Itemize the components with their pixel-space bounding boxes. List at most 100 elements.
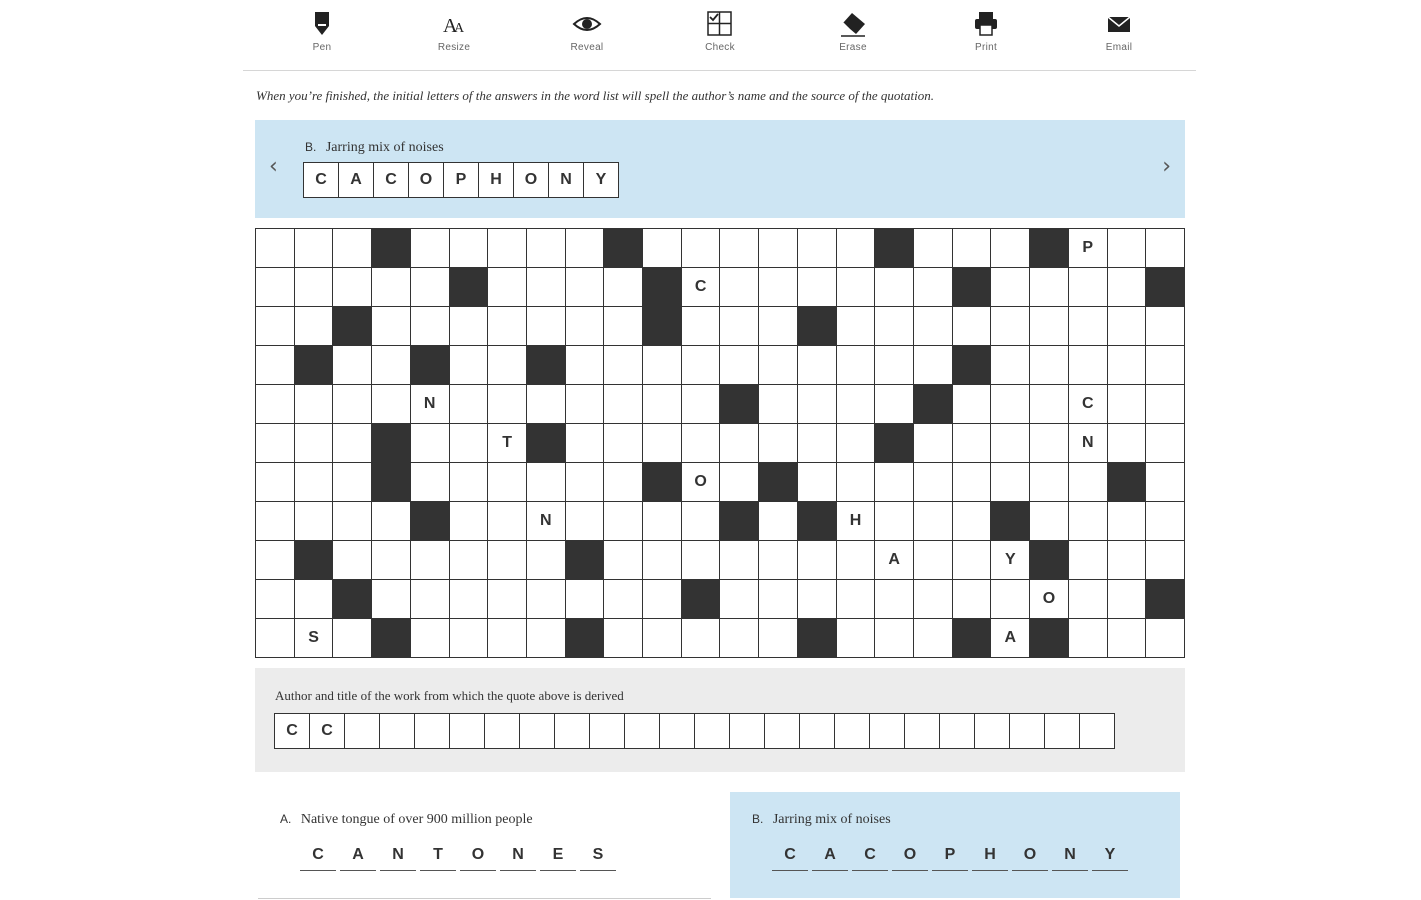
- answer-letter[interactable]: A: [812, 840, 848, 871]
- answer-box[interactable]: C: [303, 162, 339, 198]
- grid-cell[interactable]: [604, 346, 644, 385]
- answer-letter[interactable]: C: [300, 840, 336, 871]
- grid-cell[interactable]: [991, 229, 1031, 268]
- grid-cell[interactable]: [604, 502, 644, 541]
- grid-cell[interactable]: [952, 541, 992, 580]
- author-letter-box[interactable]: [659, 713, 695, 749]
- author-letter-box[interactable]: [764, 713, 800, 749]
- grid-cell[interactable]: [449, 541, 489, 580]
- grid-cell[interactable]: [1068, 268, 1108, 307]
- grid-cell[interactable]: A: [875, 541, 915, 580]
- answer-letter[interactable]: S: [580, 840, 616, 871]
- grid-cell[interactable]: [952, 463, 992, 502]
- grid-cell[interactable]: [526, 619, 566, 658]
- author-letter-box[interactable]: [834, 713, 870, 749]
- grid-cell[interactable]: N: [1068, 424, 1108, 463]
- clue-card-b[interactable]: B. Jarring mix of noises CACOPHONY: [730, 792, 1180, 898]
- grid-cell[interactable]: [372, 385, 411, 424]
- grid-cell[interactable]: [952, 307, 992, 346]
- grid-cell[interactable]: [681, 385, 721, 424]
- answer-letter[interactable]: P: [932, 840, 968, 871]
- answer-box[interactable]: C: [373, 162, 409, 198]
- grid-cell[interactable]: [1068, 463, 1108, 502]
- grid-cell[interactable]: [720, 268, 760, 307]
- grid-cell[interactable]: [914, 619, 953, 658]
- grid-cell[interactable]: [759, 229, 798, 268]
- grid-cell[interactable]: [449, 424, 489, 463]
- grid-cell[interactable]: [565, 424, 605, 463]
- grid-cell[interactable]: [604, 463, 644, 502]
- grid-cell[interactable]: [914, 268, 953, 307]
- grid-cell[interactable]: [875, 619, 915, 658]
- grid-cell[interactable]: [875, 307, 915, 346]
- grid-cell[interactable]: [914, 502, 953, 541]
- grid-cell[interactable]: [914, 541, 953, 580]
- answer-box[interactable]: O: [408, 162, 444, 198]
- grid-cell[interactable]: [759, 346, 798, 385]
- grid-cell[interactable]: [759, 580, 798, 619]
- grid-cell[interactable]: [256, 541, 295, 580]
- grid-cell[interactable]: [991, 463, 1031, 502]
- author-letter-box[interactable]: [519, 713, 555, 749]
- grid-cell[interactable]: C: [681, 268, 721, 307]
- answer-box[interactable]: O: [513, 162, 549, 198]
- grid-cell[interactable]: [294, 307, 334, 346]
- answer-letter[interactable]: N: [1052, 840, 1088, 871]
- answer-letter[interactable]: Y: [1092, 840, 1128, 871]
- grid-cell[interactable]: [526, 580, 566, 619]
- grid-cell[interactable]: [372, 541, 411, 580]
- grid-cell[interactable]: [952, 229, 992, 268]
- grid-cell[interactable]: [681, 541, 721, 580]
- author-letter-box[interactable]: [1009, 713, 1045, 749]
- grid-cell[interactable]: [1030, 463, 1069, 502]
- grid-cell[interactable]: [1030, 424, 1069, 463]
- grid-cell[interactable]: [449, 463, 489, 502]
- grid-cell[interactable]: [759, 424, 798, 463]
- grid-cell[interactable]: [294, 463, 334, 502]
- grid-cell[interactable]: [333, 502, 373, 541]
- grid-cell[interactable]: [488, 268, 527, 307]
- grid-cell[interactable]: [333, 385, 373, 424]
- answer-letter[interactable]: O: [892, 840, 928, 871]
- grid-cell[interactable]: [836, 580, 876, 619]
- grid-cell[interactable]: [875, 580, 915, 619]
- grid-cell[interactable]: [256, 346, 295, 385]
- grid-cell[interactable]: [1030, 502, 1069, 541]
- answer-box[interactable]: Y: [583, 162, 619, 198]
- grid-cell[interactable]: S: [294, 619, 334, 658]
- grid-cell[interactable]: [836, 346, 876, 385]
- grid-cell[interactable]: [720, 463, 760, 502]
- grid-cell[interactable]: [410, 541, 450, 580]
- clue-card-a[interactable]: A. Native tongue of over 900 million peo…: [258, 792, 711, 899]
- grid-cell[interactable]: [720, 541, 760, 580]
- grid-cell[interactable]: [526, 385, 566, 424]
- author-letter-box[interactable]: [449, 713, 485, 749]
- grid-cell[interactable]: [526, 463, 566, 502]
- grid-cell[interactable]: [604, 307, 644, 346]
- grid-cell[interactable]: [1146, 385, 1185, 424]
- author-letter-box[interactable]: [869, 713, 905, 749]
- grid-cell[interactable]: [372, 580, 411, 619]
- grid-cell[interactable]: [797, 463, 837, 502]
- grid-cell[interactable]: [643, 541, 682, 580]
- print-tool[interactable]: Print: [951, 10, 1021, 53]
- next-clue-icon[interactable]: ›: [1162, 154, 1171, 179]
- grid-cell[interactable]: [681, 424, 721, 463]
- grid-cell[interactable]: [1146, 619, 1185, 658]
- resize-tool[interactable]: A A Resize: [419, 10, 489, 53]
- grid-cell[interactable]: [256, 463, 295, 502]
- grid-cell[interactable]: [449, 619, 489, 658]
- author-letter-box[interactable]: C: [274, 713, 310, 749]
- grid-cell[interactable]: [1107, 502, 1147, 541]
- author-letter-box[interactable]: C: [309, 713, 345, 749]
- grid-cell[interactable]: [643, 385, 682, 424]
- grid-cell[interactable]: [914, 307, 953, 346]
- grid-cell[interactable]: [681, 307, 721, 346]
- grid-cell[interactable]: [914, 229, 953, 268]
- author-letter-box[interactable]: [344, 713, 380, 749]
- grid-cell[interactable]: [410, 619, 450, 658]
- grid-cell[interactable]: [449, 580, 489, 619]
- grid-cell[interactable]: O: [681, 463, 721, 502]
- grid-cell[interactable]: [1107, 424, 1147, 463]
- author-letter-box[interactable]: [799, 713, 835, 749]
